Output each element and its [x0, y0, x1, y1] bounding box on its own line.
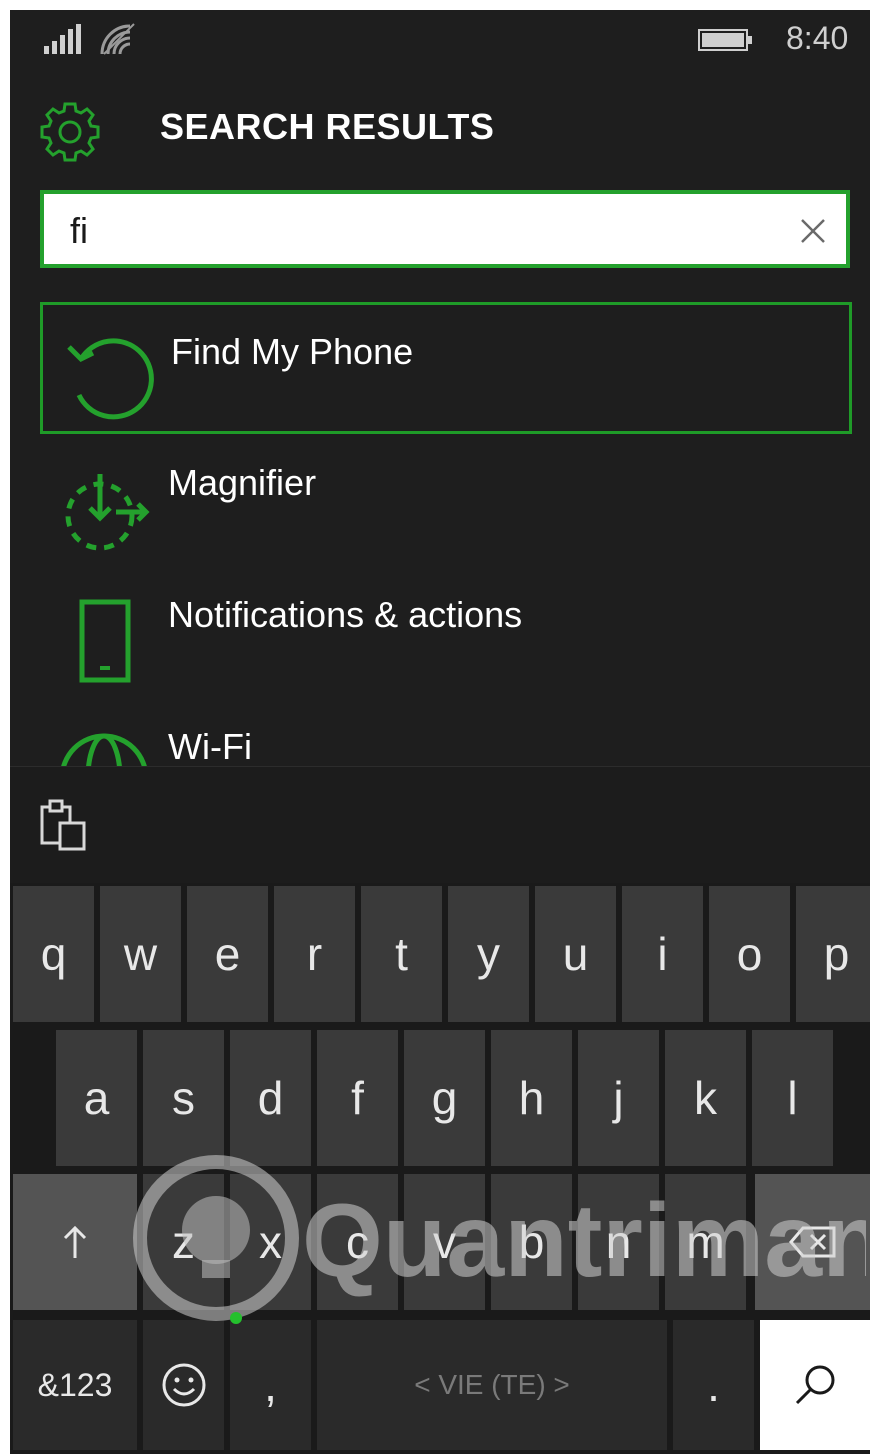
backspace-icon: [788, 1226, 835, 1258]
result-item-magnifier[interactable]: Magnifier: [40, 436, 852, 568]
result-item-notifications[interactable]: Notifications & actions: [40, 568, 852, 700]
globe-icon: [61, 733, 147, 766]
result-label: Magnifier: [168, 462, 317, 503]
result-label: Find My Phone: [171, 331, 414, 372]
key-q[interactable]: q: [13, 886, 94, 1022]
settings-gear-icon: [40, 102, 100, 162]
emoji-smiley-icon: [162, 1363, 205, 1407]
signal-strength-icon: [44, 24, 81, 54]
numbers-symbols-key[interactable]: &123: [13, 1320, 137, 1450]
emoji-key[interactable]: [143, 1320, 224, 1450]
result-item-wifi[interactable]: Wi-Fi: [40, 700, 852, 766]
key-f[interactable]: f: [317, 1030, 398, 1166]
key-a[interactable]: a: [56, 1030, 137, 1166]
key-s[interactable]: s: [143, 1030, 224, 1166]
page-title: SEARCH RESULTS: [160, 106, 495, 147]
result-label: Wi-Fi: [168, 726, 252, 766]
key-y[interactable]: y: [448, 886, 529, 1022]
period-key[interactable]: .: [673, 1320, 754, 1450]
key-o[interactable]: o: [709, 886, 790, 1022]
key-v[interactable]: v: [404, 1174, 485, 1310]
key-z[interactable]: z: [143, 1174, 224, 1310]
phone-icon: [79, 599, 131, 683]
key-d[interactable]: d: [230, 1030, 311, 1166]
phone-screen: 8:40 SEARCH RESULTS fi Find My Phone Mag…: [10, 10, 870, 1454]
key-w[interactable]: w: [100, 886, 181, 1022]
clock: 8:40: [786, 20, 849, 56]
search-icon: [795, 1365, 835, 1405]
key-r[interactable]: r: [274, 886, 355, 1022]
key-p[interactable]: p: [796, 886, 870, 1022]
search-key[interactable]: [760, 1320, 870, 1450]
key-e[interactable]: e: [187, 886, 268, 1022]
search-results-list: Find My Phone Magnifier Notifications & …: [10, 300, 870, 766]
status-bar: 8:40: [10, 10, 870, 70]
magnifier-icon: [65, 474, 150, 551]
key-j[interactable]: j: [578, 1030, 659, 1166]
key-g[interactable]: g: [404, 1030, 485, 1166]
key-h[interactable]: h: [491, 1030, 572, 1166]
numbers-key-label: &123: [37, 1366, 113, 1403]
result-item-find-my-phone[interactable]: Find My Phone: [40, 302, 852, 434]
result-label: Notifications & actions: [168, 594, 523, 635]
search-input-value: fi: [70, 210, 88, 251]
shift-arrow-icon: [63, 1225, 87, 1258]
key-l[interactable]: l: [752, 1030, 833, 1166]
key-x[interactable]: x: [230, 1174, 311, 1310]
key-c[interactable]: c: [317, 1174, 398, 1310]
clear-search-icon[interactable]: [798, 214, 828, 248]
key-k[interactable]: k: [665, 1030, 746, 1166]
keyboard-suggestion-bar: [10, 766, 870, 883]
key-n[interactable]: n: [578, 1174, 659, 1310]
space-language-label: < VIE (TE) >: [414, 1369, 570, 1400]
key-i[interactable]: i: [622, 886, 703, 1022]
shift-key[interactable]: [13, 1174, 137, 1310]
battery-icon: [698, 29, 752, 51]
backspace-key[interactable]: [755, 1174, 870, 1310]
search-input[interactable]: fi: [40, 190, 850, 268]
key-u[interactable]: u: [535, 886, 616, 1022]
history-icon: [67, 338, 154, 420]
key-t[interactable]: t: [361, 886, 442, 1022]
on-screen-keyboard: q w e r t y u i o p a s d f g h j k l z x c v b n m &123, < VIE (TE…: [10, 766, 870, 1454]
wifi-status-icon: [100, 23, 135, 55]
key-m[interactable]: m: [665, 1174, 746, 1310]
clipboard-icon[interactable]: [38, 797, 90, 853]
key-b[interactable]: b: [491, 1174, 572, 1310]
comma-key[interactable]: ,: [230, 1320, 311, 1450]
space-key[interactable]: < VIE (TE) >: [317, 1320, 667, 1450]
